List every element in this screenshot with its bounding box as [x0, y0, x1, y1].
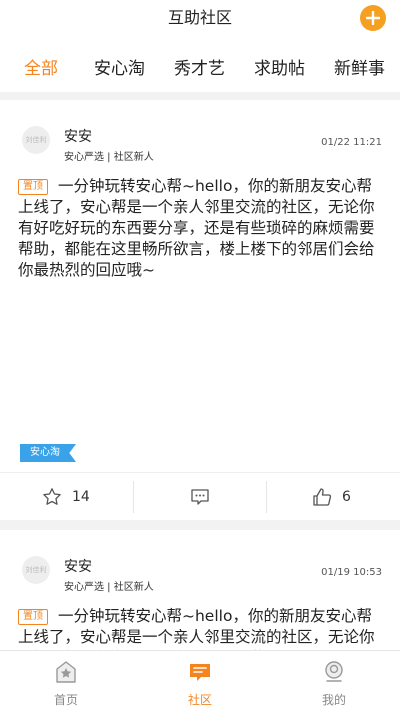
avatar[interactable]: 刘佳利 [22, 556, 50, 584]
pinned-badge: 置顶 [18, 179, 48, 195]
page-title: 互助社区 [167, 8, 232, 27]
profile-icon [325, 661, 343, 682]
like-count: 6 [342, 489, 351, 505]
divider [266, 481, 267, 513]
favorite-button[interactable]: 14 [42, 473, 90, 521]
divider [133, 481, 134, 513]
nav-label: 首页 [53, 693, 78, 707]
tab-all[interactable]: 全部 [24, 54, 58, 79]
post-text-block[interactable]: 置顶 一分钟玩转安心帮~hello，你的新朋友安心帮上线了，安心帮是一个亲人邻里交… [18, 176, 382, 281]
pinned-badge: 置顶 [18, 609, 48, 625]
post-time: 01/22 11:21 [321, 137, 382, 148]
author-name[interactable]: 安安 [64, 556, 92, 576]
topic-tag[interactable]: 安心淘 [20, 444, 76, 462]
comment-icon [191, 489, 209, 505]
app-header: 互助社区 [0, 0, 400, 36]
nav-profile[interactable]: 我的 [294, 651, 374, 710]
nav-label: 社区 [187, 693, 212, 707]
home-icon [56, 661, 76, 683]
post-card[interactable]: 刘佳利 安安 安心严选 | 社区新人 01/19 10:53 置顶 一分钟玩转安心… [0, 530, 400, 660]
post-time: 01/19 10:53 [321, 567, 382, 578]
tab-help[interactable]: 求助帖 [254, 54, 305, 79]
comment-button[interactable] [190, 473, 210, 521]
avatar[interactable]: 刘佳利 [22, 126, 50, 154]
tab-talent[interactable]: 秀才艺 [174, 54, 225, 79]
favorite-count: 14 [72, 489, 90, 505]
community-icon [190, 664, 210, 681]
like-button[interactable]: 6 [312, 473, 351, 521]
category-tabs: 全部 安心淘 秀才艺 求助帖 新鲜事 [0, 36, 400, 92]
author-name[interactable]: 安安 [64, 126, 92, 146]
plus-circle-icon[interactable] [360, 5, 386, 31]
bottom-nav: 首页 社区 我的 [0, 650, 400, 710]
thumbs-up-icon [313, 488, 332, 506]
nav-label: 我的 [321, 693, 346, 707]
author-meta: 安心严选 | 社区新人 [64, 582, 154, 593]
tab-anxintao[interactable]: 安心淘 [94, 54, 145, 79]
nav-home[interactable]: 首页 [26, 651, 106, 710]
post-actions: 14 6 [0, 472, 400, 520]
nav-community[interactable]: 社区 [160, 651, 240, 710]
post-text: 一分钟玩转安心帮~hello，你的新朋友安心帮上线了，安心帮是一个亲人邻里交流的… [18, 177, 375, 279]
star-icon [43, 488, 61, 505]
tab-news[interactable]: 新鲜事 [334, 54, 385, 79]
author-meta: 安心严选 | 社区新人 [64, 152, 154, 163]
post-card[interactable]: 刘佳利 安安 安心严选 | 社区新人 01/22 11:21 置顶 一分钟玩转安心… [0, 100, 400, 520]
